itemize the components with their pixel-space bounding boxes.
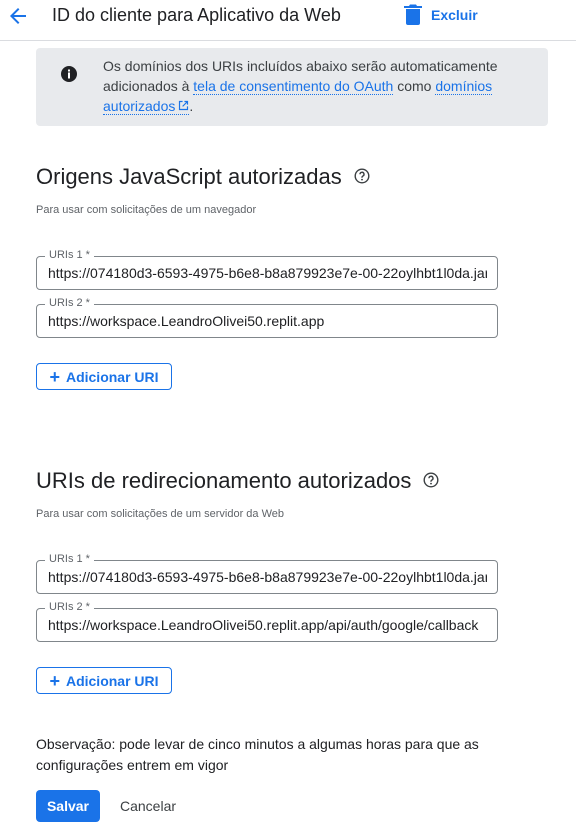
js-origin-uri-2-label: URIs 2 * (45, 297, 94, 309)
js-origins-subtitle: Para usar com solicitações de um navegad… (36, 204, 257, 216)
redirect-uri-1-field[interactable]: URIs 1 * https://074180d3-6593-4975-b6e8… (36, 553, 498, 594)
add-js-origin-button[interactable]: + Adicionar URI (36, 363, 172, 390)
add-redirect-uri-button[interactable]: + Adicionar URI (36, 667, 172, 694)
redirect-uris-title-row: URIs de redirecionamento autorizados (36, 468, 439, 494)
js-origins-title-row: Origens JavaScript autorizadas (36, 164, 370, 190)
redirect-uris-title: URIs de redirecionamento autorizados (36, 468, 412, 493)
js-origin-uri-2-field[interactable]: URIs 2 * https://workspace.LeandroOlivei… (36, 297, 498, 338)
add-redirect-uri-label: Adicionar URI (65, 672, 159, 689)
js-origin-uri-1-value: https://074180d3-6593-4975-b6e8-b8a87992… (48, 265, 487, 281)
redirect-uri-2-label: URIs 2 * (45, 601, 94, 613)
help-icon[interactable] (354, 164, 370, 190)
info-text: Os domínios dos URIs incluídos abaixo se… (103, 56, 523, 116)
page-title: ID do cliente para Aplicativo da Web (52, 5, 341, 25)
info-icon (60, 65, 78, 88)
plus-icon: + (49, 366, 60, 387)
info-banner: Os domínios dos URIs incluídos abaixo se… (36, 48, 548, 126)
save-button[interactable]: Salvar (36, 790, 100, 822)
delete-button[interactable]: Excluir (404, 4, 478, 26)
add-js-origin-label: Adicionar URI (65, 368, 159, 385)
plus-icon: + (49, 670, 60, 691)
top-bar: ID do cliente para Aplicativo da Web Exc… (0, 0, 576, 41)
help-icon[interactable] (423, 468, 439, 494)
propagation-note: Observação: pode levar de cinco minutos … (36, 736, 479, 773)
external-link-icon (179, 100, 189, 111)
trash-icon (404, 4, 422, 25)
back-arrow-icon[interactable] (6, 4, 30, 28)
js-origins-title: Origens JavaScript autorizadas (36, 164, 342, 189)
consent-screen-link[interactable]: tela de consentimento do OAuth (193, 78, 394, 95)
js-origin-uri-1-field[interactable]: URIs 1 * https://074180d3-6593-4975-b6e8… (36, 249, 498, 290)
redirect-uri-1-value: https://074180d3-6593-4975-b6e8-b8a87992… (48, 569, 487, 585)
js-origin-uri-2-value: https://workspace.LeandroOlivei50.replit… (48, 313, 325, 329)
redirect-uri-1-label: URIs 1 * (45, 553, 94, 565)
info-text-middle: como (393, 78, 436, 94)
js-origin-uri-1-label: URIs 1 * (45, 249, 94, 261)
cancel-button[interactable]: Cancelar (120, 798, 176, 814)
redirect-uri-2-value: https://workspace.LeandroOlivei50.replit… (48, 617, 479, 633)
redirect-uris-subtitle: Para usar com solicitações de um servido… (36, 508, 285, 520)
info-text-end: . (189, 98, 194, 114)
delete-label: Excluir (431, 7, 478, 23)
redirect-uri-2-field[interactable]: URIs 2 * https://workspace.LeandroOlivei… (36, 601, 498, 642)
